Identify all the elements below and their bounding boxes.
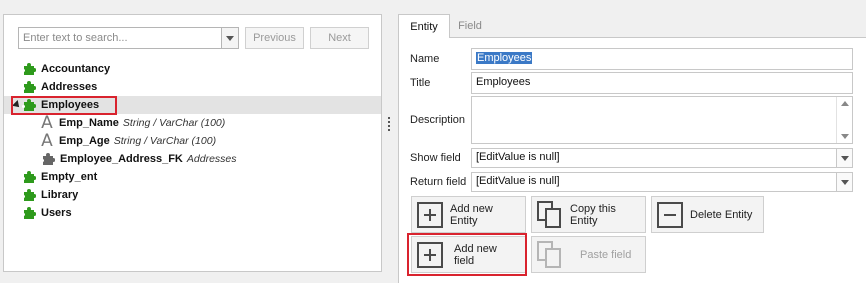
tree-item-addresses[interactable]: Addresses	[4, 78, 381, 96]
tree-item-label: Users	[41, 207, 72, 219]
show-field-label: Show field	[410, 152, 461, 164]
description-scrollbar[interactable]	[836, 97, 852, 143]
field-type: Addresses	[186, 153, 237, 165]
tree-field-employee-address-fk[interactable]: Employee_Address_FK Addresses	[4, 150, 381, 168]
field-name: Employee_Address_FK	[60, 153, 183, 165]
tree-field-emp-age[interactable]: A Emp_Age String / VarChar (100)	[4, 132, 381, 150]
tree-field-emp-name[interactable]: A Emp_Name String / VarChar (100)	[4, 114, 381, 132]
puzzle-icon	[22, 62, 36, 76]
tree-item-users[interactable]: Users	[4, 204, 381, 222]
previous-button[interactable]: Previous	[245, 27, 304, 49]
highlight-box	[11, 96, 117, 115]
tree-item-label: Library	[41, 189, 79, 201]
chevron-down-icon	[840, 179, 849, 185]
search-row: Previous Next	[18, 27, 374, 49]
tree-item-label: Empty_ent	[41, 171, 98, 183]
foreign-key-icon	[41, 152, 55, 166]
search-dropdown-button[interactable]	[221, 28, 238, 48]
show-field-dropdown[interactable]	[836, 149, 852, 167]
puzzle-icon	[22, 80, 36, 94]
title-field[interactable]: Employees	[471, 72, 853, 94]
puzzle-icon	[22, 188, 36, 202]
text-field-icon: A	[41, 113, 53, 133]
tree-item-employees[interactable]: Employees	[4, 96, 381, 115]
delete-entity-button[interactable]: Delete Entity	[651, 196, 764, 233]
button-label: Paste field	[580, 248, 632, 261]
name-value: Employees	[476, 52, 533, 64]
field-type: String / VarChar (100)	[122, 117, 226, 129]
return-field-dropdown[interactable]	[836, 173, 852, 191]
entity-tree-panel: Previous Next Accountancy Addresses Empl…	[3, 14, 382, 272]
description-field[interactable]	[471, 96, 853, 144]
chevron-down-icon	[226, 35, 234, 41]
field-name: Emp_Name	[59, 117, 119, 129]
highlight-box	[407, 233, 527, 276]
show-field-value: [EditValue is null]	[476, 151, 560, 163]
chevron-down-icon	[840, 155, 849, 161]
tab-entity[interactable]: Entity	[398, 14, 450, 38]
button-label: Copy this Entity	[570, 202, 616, 227]
name-label: Name	[410, 53, 440, 65]
show-field-combo[interactable]: [EditValue is null]	[471, 148, 853, 168]
delete-icon	[657, 201, 683, 228]
copy-icon	[537, 200, 563, 229]
title-value: Employees	[476, 76, 531, 88]
field-name: Emp_Age	[59, 135, 110, 147]
puzzle-icon	[22, 170, 36, 184]
text-field-icon: A	[41, 131, 53, 151]
add-new-entity-button[interactable]: Add new Entity	[411, 196, 526, 233]
tab-field[interactable]: Field	[450, 14, 490, 38]
tree-item-accountancy[interactable]: Accountancy	[4, 60, 381, 78]
return-field-combo[interactable]: [EditValue is null]	[471, 172, 853, 192]
splitter-handle[interactable]	[388, 117, 391, 133]
title-label: Title	[410, 77, 431, 89]
field-type: String / VarChar (100)	[113, 135, 217, 147]
tree-item-label: Accountancy	[41, 63, 111, 75]
paste-field-button[interactable]: Paste field	[531, 236, 646, 273]
tree-item-empty-ent[interactable]: Empty_ent	[4, 168, 381, 186]
button-label: Add new Entity	[450, 202, 493, 227]
next-button[interactable]: Next	[310, 27, 369, 49]
return-field-label: Return field	[410, 176, 467, 188]
search-input[interactable]	[19, 28, 217, 48]
copy-entity-button[interactable]: Copy this Entity	[531, 196, 646, 233]
search-box[interactable]	[18, 27, 239, 49]
puzzle-icon	[22, 206, 36, 220]
name-field[interactable]: Employees	[471, 48, 853, 70]
paste-icon	[537, 240, 563, 269]
entity-tree: Accountancy Addresses Employees A Emp_Na…	[4, 60, 381, 222]
tree-item-label: Addresses	[41, 81, 98, 93]
tree-item-library[interactable]: Library	[4, 186, 381, 204]
scroll-up-icon[interactable]	[841, 101, 849, 106]
tab-bar: Entity Field	[398, 14, 866, 38]
scroll-down-icon[interactable]	[841, 134, 849, 139]
button-label: Delete Entity	[690, 208, 753, 221]
add-icon	[417, 201, 443, 228]
return-field-value: [EditValue is null]	[476, 175, 560, 187]
description-label: Description	[410, 114, 466, 126]
